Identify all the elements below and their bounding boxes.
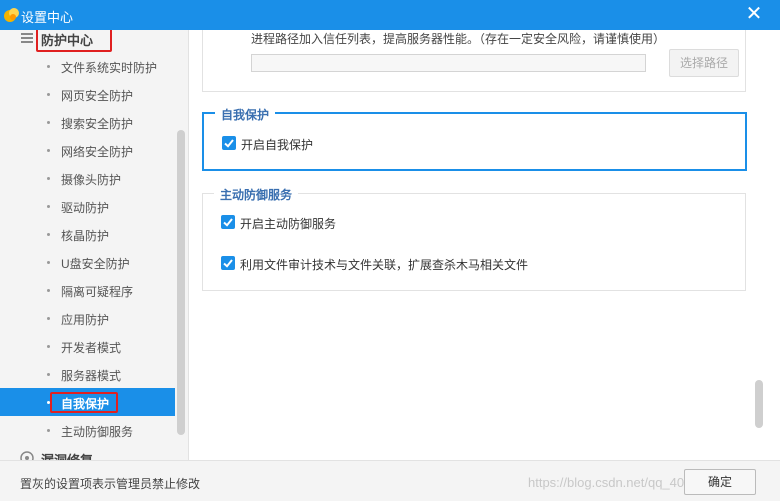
self-protection-title: 自我保护 <box>215 106 276 123</box>
section-label: 漏洞修复 <box>41 450 93 460</box>
bullet-icon <box>47 345 50 348</box>
bullet-icon <box>47 65 50 68</box>
bullet-icon <box>47 373 50 376</box>
sidebar-item-file-system[interactable]: 文件系统实时防护 <box>0 52 175 80</box>
shield-section-icon <box>21 33 33 43</box>
ok-button[interactable]: 确定 <box>684 469 756 495</box>
active-defense-panel: 主动防御服务 开启主动防御服务 利用文件审计技术与文件关联，扩展查杀木马相关文件 <box>202 186 746 291</box>
sidebar-item-usb[interactable]: U盘安全防护 <box>0 248 175 276</box>
checkbox-checked-icon <box>222 136 236 150</box>
bullet-icon <box>47 121 50 124</box>
trust-path-input[interactable] <box>251 54 646 72</box>
bullet-icon <box>47 177 50 180</box>
bullet-icon <box>47 317 50 320</box>
sidebar-item-label: U盘安全防护 <box>61 257 130 271</box>
bullet-icon <box>47 429 50 432</box>
section-vulnerability-fix[interactable]: 漏洞修复 <box>0 448 175 460</box>
highlight-box <box>36 30 112 52</box>
sidebar-item-label: 网络安全防护 <box>61 145 134 159</box>
sidebar-item-label: 网页安全防护 <box>61 89 134 103</box>
sidebar-item-search[interactable]: 搜索安全防护 <box>0 108 175 136</box>
sidebar-item-label: 隔离可疑程序 <box>61 285 134 299</box>
bullet-icon <box>47 93 50 96</box>
sidebar-item-label: 开发者模式 <box>61 341 122 355</box>
sidebar-item-developer-mode[interactable]: 开发者模式 <box>0 332 175 360</box>
sidebar-item-label: 摄像头防护 <box>61 173 122 187</box>
sidebar-item-web[interactable]: 网页安全防护 <box>0 80 175 108</box>
sidebar-scrollbar[interactable] <box>177 130 185 435</box>
trust-path-panel: 进程路径加入信任列表，提高服务器性能。（存在一定安全风险，请谨慎使用） 选择路径 <box>202 30 746 92</box>
admin-locked-note: 置灰的设置项表示管理员禁止修改 <box>20 477 201 491</box>
sidebar-item-label: 核晶防护 <box>61 229 110 243</box>
sidebar-item-app-protection[interactable]: 应用防护 <box>0 304 175 332</box>
sidebar-item-quarantine[interactable]: 隔离可疑程序 <box>0 276 175 304</box>
bullet-icon <box>47 289 50 292</box>
close-button[interactable]: ✕ <box>744 3 764 25</box>
app-logo-icon <box>4 8 19 22</box>
self-protection-panel: 自我保护 开启自我保护 <box>202 106 747 171</box>
content-scrollbar[interactable] <box>755 380 763 428</box>
checkbox-label: 利用文件审计技术与文件关联，扩展查杀木马相关文件 <box>240 258 529 272</box>
sidebar-item-label: 驱动防护 <box>61 201 110 215</box>
sidebar-item-server-mode[interactable]: 服务器模式 <box>0 360 175 388</box>
sidebar-item-core-crystal[interactable]: 核晶防护 <box>0 220 175 248</box>
sidebar: 防护中心 文件系统实时防护 网页安全防护 搜索安全防护 网络安全防护 摄像头防护… <box>0 30 189 460</box>
checkbox-checked-icon <box>221 256 235 270</box>
sidebar-item-active-defense[interactable]: 主动防御服务 <box>0 416 175 444</box>
window-title: 设置中心 <box>21 10 74 25</box>
trust-path-description: 进程路径加入信任列表，提高服务器性能。（存在一定安全风险，请谨慎使用） <box>251 32 666 46</box>
select-path-button[interactable]: 选择路径 <box>669 49 739 77</box>
checkbox-label: 开启自我保护 <box>241 138 314 152</box>
sidebar-item-label: 搜索安全防护 <box>61 117 134 131</box>
title-bar: 设置中心 ✕ <box>0 0 780 30</box>
bullet-icon <box>47 205 50 208</box>
bug-section-icon <box>20 451 34 460</box>
bullet-icon <box>47 149 50 152</box>
footer-bar: 置灰的设置项表示管理员禁止修改 https://blog.csdn.net/qq… <box>0 460 780 501</box>
settings-content: 进程路径加入信任列表，提高服务器性能。（存在一定安全风险，请谨慎使用） 选择路径… <box>190 30 760 460</box>
close-icon: ✕ <box>745 3 763 25</box>
sidebar-item-label: 主动防御服务 <box>61 425 134 439</box>
sidebar-item-camera[interactable]: 摄像头防护 <box>0 164 175 192</box>
sidebar-item-network[interactable]: 网络安全防护 <box>0 136 175 164</box>
bullet-icon <box>47 233 50 236</box>
bullet-icon <box>47 261 50 264</box>
highlight-box <box>50 392 118 413</box>
checkbox-checked-icon <box>221 215 235 229</box>
sidebar-item-label: 文件系统实时防护 <box>61 61 158 75</box>
active-defense-title: 主动防御服务 <box>214 186 299 203</box>
sidebar-item-driver[interactable]: 驱动防护 <box>0 192 175 220</box>
sidebar-item-label: 应用防护 <box>61 313 110 327</box>
sidebar-item-label: 服务器模式 <box>61 369 122 383</box>
checkbox-label: 开启主动防御服务 <box>240 217 337 231</box>
